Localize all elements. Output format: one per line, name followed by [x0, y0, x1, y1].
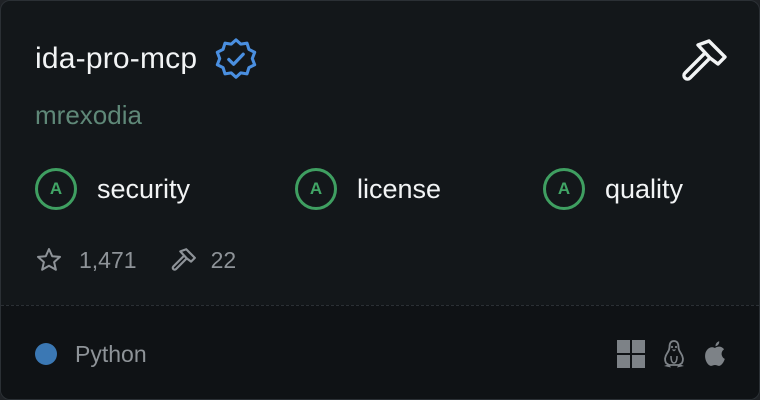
hammer-icon — [171, 248, 196, 271]
grade-quality[interactable]: A quality — [543, 165, 683, 213]
author-name[interactable]: mrexodia — [35, 97, 142, 133]
grade-label: license — [357, 174, 442, 204]
windows-icon — [617, 340, 645, 368]
language-color-dot — [35, 343, 57, 365]
linux-icon — [664, 340, 684, 368]
title-row: ida-pro-mcp — [35, 37, 259, 81]
card-footer: Python — [1, 305, 759, 399]
grade-license[interactable]: A license — [295, 165, 441, 213]
star-icon — [37, 248, 61, 271]
server-name[interactable]: ida-pro-mcp — [35, 37, 197, 81]
apple-icon — [705, 341, 725, 366]
grade-security[interactable]: A security — [35, 165, 190, 213]
language-name: Python — [75, 341, 147, 367]
grade-badge: A — [35, 168, 77, 210]
verified-badge-icon — [216, 38, 257, 79]
stats-row: 1,471 22 — [35, 241, 236, 279]
star-count: 1,471 — [79, 246, 137, 273]
tool-count: 22 — [210, 246, 237, 273]
grade-badge: A — [295, 168, 337, 210]
server-card[interactable]: ida-pro-mcp mrexodia A security A licens… — [0, 0, 760, 400]
grade-label: security — [97, 174, 191, 204]
grade-badge: A — [543, 168, 585, 210]
platform-list — [601, 338, 727, 370]
hammer-icon[interactable] — [677, 37, 729, 85]
grade-label: quality — [605, 174, 684, 204]
